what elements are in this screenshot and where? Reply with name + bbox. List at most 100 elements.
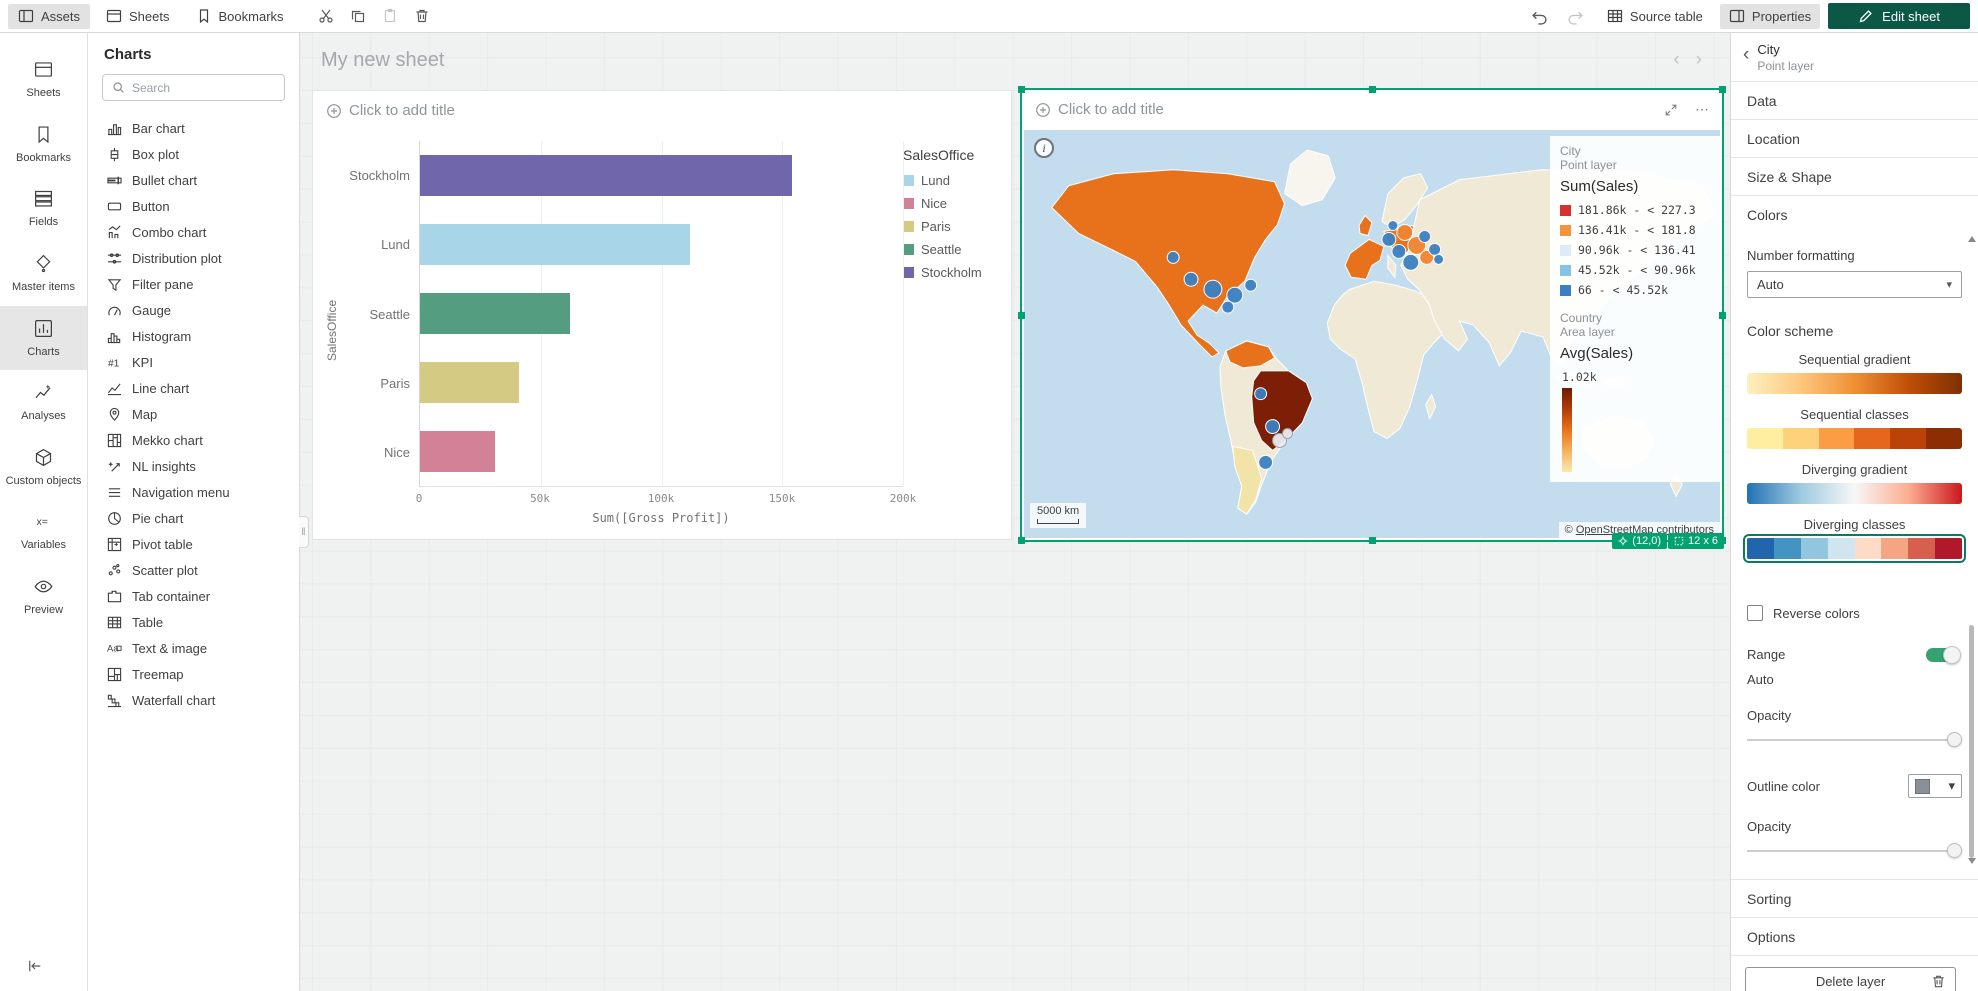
charts-list-item-tab-container[interactable]: Tab container <box>88 583 299 609</box>
charts-list-item-bar-chart[interactable]: Bar chart <box>88 115 299 141</box>
legend-item-stockholm[interactable]: Stockholm <box>903 265 999 280</box>
scheme-sequential-classes[interactable] <box>1747 428 1962 449</box>
map-point[interactable] <box>1227 287 1243 303</box>
rail-item-fields[interactable]: Fields <box>0 176 87 241</box>
tab-bookmarks[interactable]: Bookmarks <box>186 4 294 29</box>
tab-assets[interactable]: Assets <box>8 4 90 29</box>
charts-list-item-treemap[interactable]: Treemap <box>88 661 299 687</box>
section-data[interactable]: Data <box>1731 81 1978 119</box>
charts-list-item-button[interactable]: Button <box>88 193 299 219</box>
map-point[interactable] <box>1245 279 1257 291</box>
delete-layer-button[interactable]: Delete layer <box>1745 967 1956 991</box>
legend-item-nice[interactable]: Nice <box>903 196 999 211</box>
reverse-colors-checkbox[interactable] <box>1747 605 1763 621</box>
number-formatting-dropdown[interactable]: Auto ▾ <box>1747 271 1962 298</box>
cut-button[interactable] <box>312 4 340 29</box>
charts-list-item-navigation-menu[interactable]: Navigation menu <box>88 479 299 505</box>
section-options[interactable]: Options <box>1731 917 1978 955</box>
map-point[interactable] <box>1392 244 1406 258</box>
paste-button[interactable] <box>376 4 404 29</box>
legend-item-paris[interactable]: Paris <box>903 219 999 234</box>
charts-list-item-filter-pane[interactable]: Filter pane <box>88 271 299 297</box>
bar-stockholm[interactable] <box>420 155 792 196</box>
object-title-placeholder[interactable]: Click to add title <box>349 102 455 119</box>
scheme-sequential-gradient[interactable] <box>1747 373 1962 394</box>
charts-list-item-pivot-table[interactable]: Pivot table <box>88 531 299 557</box>
charts-list-item-distribution-plot[interactable]: Distribution plot <box>88 245 299 271</box>
delete-button-toolbar[interactable] <box>408 4 436 29</box>
bar-chart-object[interactable]: Click to add title SalesOffice Stockholm… <box>312 90 1012 540</box>
map-point[interactable] <box>1266 420 1280 434</box>
back-chevron[interactable]: ‹ <box>1743 42 1749 64</box>
edit-sheet-button[interactable]: Edit sheet <box>1828 3 1970 29</box>
map-point[interactable] <box>1419 231 1431 243</box>
opacity-slider[interactable] <box>1747 731 1962 748</box>
outline-color-dropdown[interactable]: ▾ <box>1908 774 1962 798</box>
section-colors[interactable]: Colors <box>1731 195 1978 233</box>
map-point[interactable] <box>1397 225 1413 241</box>
resize-handle-w[interactable] <box>1018 312 1025 319</box>
next-sheet-chevron[interactable]: › <box>1696 49 1702 71</box>
undo-button[interactable] <box>1526 4 1554 29</box>
fullscreen-icon[interactable] <box>1664 103 1678 117</box>
legend-item-lund[interactable]: Lund <box>903 173 999 188</box>
map-point[interactable] <box>1222 301 1234 313</box>
bar-seattle[interactable] <box>420 293 570 334</box>
scroll-thumb[interactable] <box>1969 625 1974 857</box>
prev-sheet-chevron[interactable]: ‹ <box>1673 49 1679 71</box>
more-options-icon[interactable]: ⋯ <box>1695 101 1709 118</box>
resize-handle-n[interactable] <box>1369 86 1376 93</box>
copy-button[interactable] <box>344 4 372 29</box>
rail-item-preview[interactable]: Preview <box>0 564 87 629</box>
charts-list-item-pie-chart[interactable]: Pie chart <box>88 505 299 531</box>
charts-list-item-combo-chart[interactable]: Combo chart <box>88 219 299 245</box>
charts-list-item-mekko-chart[interactable]: Mekko chart <box>88 427 299 453</box>
bar-lund[interactable] <box>420 224 690 265</box>
section-location[interactable]: Location <box>1731 119 1978 157</box>
collapse-panel-icon[interactable] <box>26 957 44 975</box>
map-object[interactable]: Click to add title ⋯ <box>1022 90 1722 540</box>
map-point[interactable] <box>1429 243 1441 255</box>
reverse-colors-row[interactable]: Reverse colors <box>1747 605 1962 621</box>
bar-paris[interactable] <box>420 362 519 403</box>
rail-item-custom-objects[interactable]: Custom objects <box>0 435 87 500</box>
bar-nice[interactable] <box>420 431 495 472</box>
search-input[interactable] <box>132 81 275 95</box>
charts-list-item-histogram[interactable]: Histogram <box>88 323 299 349</box>
rail-item-sheets[interactable]: Sheets <box>0 47 87 112</box>
map-point[interactable] <box>1382 232 1396 246</box>
properties-button[interactable]: Properties <box>1720 4 1820 29</box>
info-icon[interactable]: i <box>1034 138 1054 158</box>
sheet-canvas[interactable]: My new sheet ‹ › Click to add title Sale… <box>300 33 1730 991</box>
search-box[interactable] <box>102 74 285 101</box>
map-point[interactable] <box>1204 280 1222 298</box>
section-sorting[interactable]: Sorting <box>1731 879 1978 917</box>
map-point[interactable] <box>1255 388 1267 400</box>
source-table-button[interactable]: Source table <box>1598 4 1712 29</box>
charts-list-item-gauge[interactable]: Gauge <box>88 297 299 323</box>
rail-item-variables[interactable]: x= Variables <box>0 499 87 564</box>
map-point[interactable] <box>1403 254 1419 270</box>
map-point[interactable] <box>1167 251 1179 263</box>
object-title-placeholder[interactable]: Click to add title <box>1058 101 1164 118</box>
scheme-diverging-classes[interactable] <box>1747 538 1962 559</box>
panel-resize-grip[interactable]: ‖ <box>299 516 309 548</box>
map-body[interactable]: i City Point layer Sum(Sales) 181.86k - … <box>1024 130 1720 538</box>
charts-list-item-scatter-plot[interactable]: Scatter plot <box>88 557 299 583</box>
tab-sheets[interactable]: Sheets <box>96 4 179 29</box>
legend-item-seattle[interactable]: Seattle <box>903 242 999 257</box>
map-point[interactable] <box>1388 221 1398 231</box>
outline-opacity-slider[interactable] <box>1747 842 1962 859</box>
redo-button[interactable] <box>1562 4 1590 29</box>
charts-list-item-waterfall-chart[interactable]: Waterfall chart <box>88 687 299 713</box>
charts-list-item-bullet-chart[interactable]: Bullet chart <box>88 167 299 193</box>
rail-item-analyses[interactable]: Analyses <box>0 370 87 435</box>
charts-list-item-line-chart[interactable]: Line chart <box>88 375 299 401</box>
scheme-diverging-gradient[interactable] <box>1747 483 1962 504</box>
rail-item-bookmarks[interactable]: Bookmarks <box>0 112 87 177</box>
resize-handle-s[interactable] <box>1369 537 1376 544</box>
charts-list-item-map[interactable]: Map <box>88 401 299 427</box>
scroll-down-arrow[interactable] <box>1968 858 1976 864</box>
map-point[interactable] <box>1434 254 1444 264</box>
charts-list-item-box-plot[interactable]: Box plot <box>88 141 299 167</box>
